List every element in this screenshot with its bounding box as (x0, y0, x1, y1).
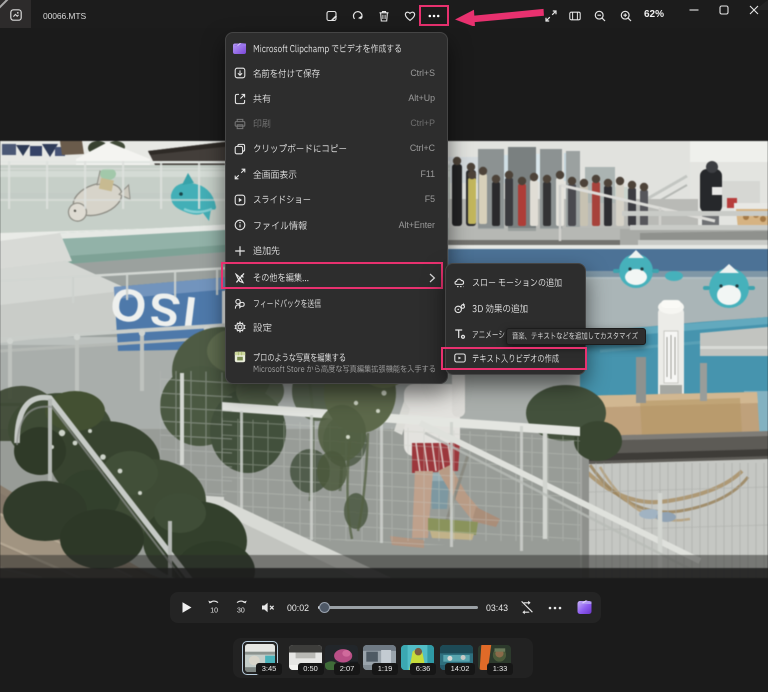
svg-text:30: 30 (237, 608, 245, 615)
svg-text:10: 10 (210, 608, 218, 615)
